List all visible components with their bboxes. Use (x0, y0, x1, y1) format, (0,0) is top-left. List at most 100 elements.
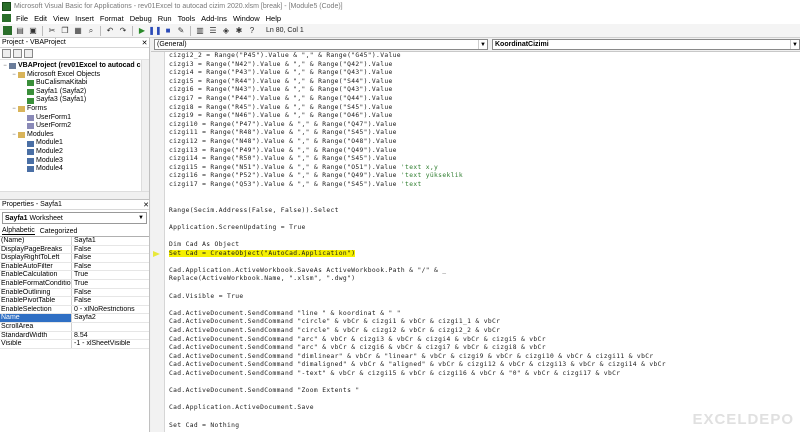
code-line[interactable]: Cad.ActiveDocument.SendCommand "-text" &… (169, 370, 800, 379)
property-value[interactable]: False (72, 254, 149, 262)
property-row[interactable]: EnablePivotTable False (0, 297, 149, 306)
property-value[interactable]: Sayfa1 (72, 237, 149, 245)
design-mode-icon[interactable]: ✎ (176, 26, 186, 36)
property-value[interactable]: 0 - xlNoRestrictions (72, 306, 149, 314)
toggle-folders-icon[interactable] (24, 49, 33, 58)
property-value[interactable]: 8.54 (72, 332, 149, 340)
property-value[interactable]: False (72, 246, 149, 254)
code-line[interactable]: cizgi2_2 = Range("P45").Value & "," & Ra… (169, 52, 800, 61)
undo-icon[interactable]: ↶ (105, 26, 115, 36)
menu-view[interactable]: View (50, 14, 72, 23)
close-icon[interactable]: ✕ (143, 201, 149, 209)
insert-module-icon[interactable]: ▤ (15, 26, 25, 36)
dropdown-arrow-icon[interactable]: ▼ (790, 40, 799, 49)
code-line[interactable] (169, 258, 800, 267)
property-row[interactable]: EnableSelection 0 - xlNoRestrictions (0, 305, 149, 315)
tree-scrollbar[interactable] (141, 60, 149, 191)
margin-indicator-bar[interactable] (151, 52, 165, 432)
code-line[interactable] (169, 232, 800, 241)
execution-arrow-icon[interactable] (153, 250, 160, 257)
code-line[interactable]: Cad.ActiveDocument.SendCommand "dimlinea… (169, 353, 800, 362)
code-line[interactable]: cizgi16 = Range("P52").Value & "," & Ran… (169, 172, 800, 181)
code-line[interactable] (169, 284, 800, 293)
property-row[interactable]: DisplayRightToLeft False (0, 254, 149, 263)
tree-node[interactable]: − Forms (0, 105, 149, 114)
code-line[interactable]: Cad.ActiveDocument.SendCommand "dimalign… (169, 361, 800, 370)
close-icon[interactable]: ✕ (140, 39, 149, 47)
property-value[interactable]: True (72, 280, 149, 288)
menu-add-ins[interactable]: Add-Ins (198, 14, 230, 23)
property-row[interactable]: (Name) Sayfa1 (0, 237, 149, 246)
tree-node[interactable]: UserForm1 (0, 114, 149, 123)
menu-run[interactable]: Run (155, 14, 175, 23)
code-line[interactable]: Cad.Application.ActiveWorkbook.SaveAs Ac… (169, 267, 800, 276)
find-icon[interactable]: ⌕ (86, 26, 96, 36)
reset-icon[interactable]: ■ (163, 26, 173, 36)
code-line[interactable]: cizgi6 = Range("N43").Value & "," & Rang… (169, 86, 800, 95)
property-value[interactable]: -1 - xlSheetVisible (72, 340, 149, 348)
tree-node[interactable]: Sayfa1 (Sayfa2) (0, 88, 149, 97)
copy-icon[interactable]: ❐ (60, 26, 70, 36)
property-value[interactable]: False (72, 297, 149, 305)
code-line[interactable]: cizgi15 = Range("N51").Value & "," & Ran… (169, 164, 800, 173)
code-line[interactable]: cizgi5 = Range("R44").Value & "," & Rang… (169, 78, 800, 87)
code-line[interactable] (169, 215, 800, 224)
object-selector[interactable]: Sayfa1 Worksheet ▼ (2, 212, 147, 224)
property-row[interactable]: Name Sayfa2 (0, 314, 149, 323)
code-line[interactable]: Cad.ActiveDocument.SendCommand "arc" & v… (169, 344, 800, 353)
tree-node[interactable]: Module4 (0, 165, 149, 174)
tree-node[interactable]: Sayfa3 (Sayfa1) (0, 96, 149, 105)
tree-node[interactable]: UserForm2 (0, 122, 149, 131)
toolbox-icon[interactable]: ✱ (234, 26, 244, 36)
property-row[interactable]: StandardWidth 8.54 (0, 331, 149, 341)
menu-tools[interactable]: Tools (175, 14, 199, 23)
code-line[interactable]: cizgi4 = Range("P43").Value & "," & Rang… (169, 69, 800, 78)
code-line[interactable]: cizgi12 = Range("N48").Value & "," & Ran… (169, 138, 800, 147)
save-icon[interactable]: ▣ (28, 26, 38, 36)
dropdown-arrow-icon[interactable]: ▼ (138, 215, 146, 221)
properties-icon[interactable]: ☰ (208, 26, 218, 36)
excel-app-icon[interactable] (2, 14, 11, 22)
paste-icon[interactable]: ▦ (73, 26, 83, 36)
code-line[interactable]: cizgi11 = Range("R48").Value & "," & Ran… (169, 129, 800, 138)
menu-debug[interactable]: Debug (127, 14, 155, 23)
property-value[interactable]: Sayfa2 (72, 314, 149, 322)
code-line[interactable]: cizgi10 = Range("P47").Value & "," & Ran… (169, 121, 800, 130)
code-line[interactable]: Application.ScreenUpdating = True (169, 224, 800, 233)
expand-toggle-icon[interactable]: − (11, 105, 17, 114)
menu-format[interactable]: Format (97, 14, 127, 23)
code-line[interactable]: Cad.ActiveDocument.SendCommand "arc" & v… (169, 336, 800, 345)
dropdown-arrow-icon[interactable]: ▼ (478, 40, 487, 49)
code-line[interactable]: cizgi9 = Range("N46").Value & "," & Rang… (169, 112, 800, 121)
code-line[interactable]: cizgi14 = Range("R50").Value & "," & Ran… (169, 155, 800, 164)
code-line[interactable] (169, 396, 800, 405)
view-object-icon[interactable] (13, 49, 22, 58)
code-editor[interactable]: cizgi2_2 = Range("P45").Value & "," & Ra… (169, 52, 800, 432)
code-line[interactable]: Dim Cad As Object (169, 241, 800, 250)
tree-node[interactable]: − Microsoft Excel Objects (0, 71, 149, 80)
code-line[interactable]: Cad.Visible = True (169, 293, 800, 302)
run-icon[interactable]: ▶ (137, 26, 147, 36)
procedure-combo[interactable]: KoordinatCizimi ▼ (492, 39, 800, 50)
code-line[interactable] (169, 379, 800, 388)
code-line[interactable]: Cad.ActiveDocument.SendCommand "line " &… (169, 310, 800, 319)
object-browser-icon[interactable]: ◈ (221, 26, 231, 36)
property-row[interactable]: EnableAutoFilter False (0, 262, 149, 272)
property-value[interactable] (72, 323, 149, 331)
expand-toggle-icon[interactable]: − (11, 71, 17, 80)
menu-insert[interactable]: Insert (72, 14, 97, 23)
menu-file[interactable]: File (13, 14, 31, 23)
tree-node[interactable]: BuCalismaKitabi (0, 79, 149, 88)
excel-app-icon[interactable] (3, 26, 12, 35)
code-line[interactable]: cizgi7 = Range("P44").Value & "," & Rang… (169, 95, 800, 104)
property-value[interactable]: False (72, 263, 149, 271)
code-line[interactable]: cizgi8 = Range("R45").Value & "," & Rang… (169, 104, 800, 113)
expand-toggle-icon[interactable]: − (11, 131, 17, 140)
property-row[interactable]: Visible -1 - xlSheetVisible (0, 340, 149, 349)
tree-horizontal-scrollbar[interactable] (0, 191, 149, 199)
current-statement-line[interactable]: Set Cad = CreateObject("AutoCad.Applicat… (169, 249, 800, 259)
code-line[interactable] (169, 198, 800, 207)
code-line[interactable]: cizgi13 = Range("P49").Value & "," & Ran… (169, 147, 800, 156)
code-line[interactable]: Cad.ActiveDocument.SendCommand "circle" … (169, 318, 800, 327)
code-line[interactable]: cizgi3 = Range("N42").Value & "," & Rang… (169, 61, 800, 70)
